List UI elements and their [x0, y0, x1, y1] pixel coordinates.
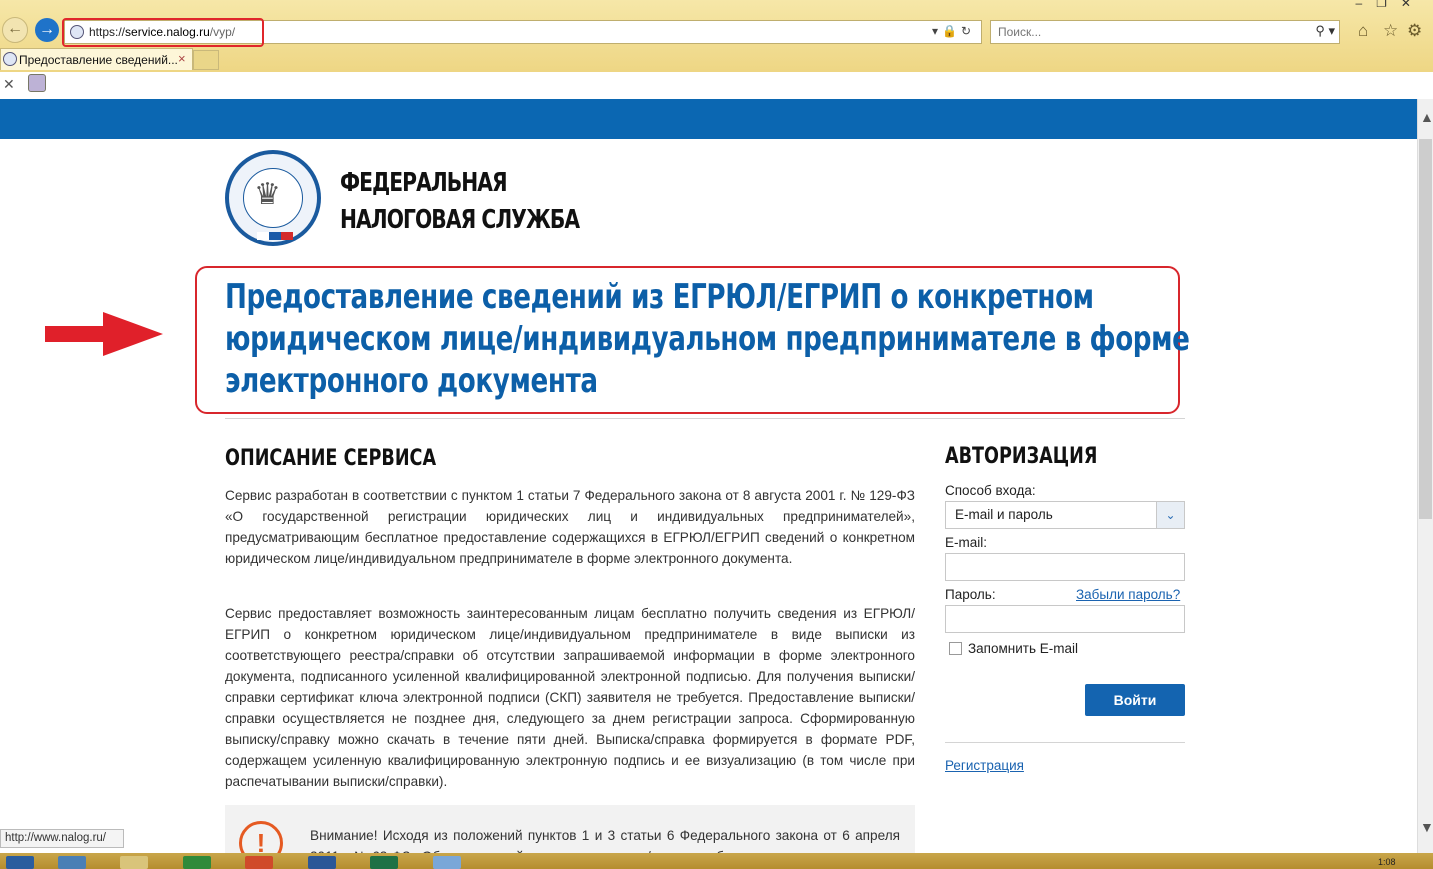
password-label: Пароль: — [945, 587, 996, 602]
scroll-up-icon[interactable]: ▲ — [1420, 109, 1433, 125]
tab-favicon-icon — [3, 52, 17, 66]
taskbar-chrome-icon[interactable] — [245, 856, 273, 869]
divider — [225, 418, 1185, 419]
description-heading: ОПИСАНИЕ СЕРВИСА — [225, 446, 437, 471]
taskbar-excel-icon[interactable] — [370, 856, 398, 869]
login-method-value: E-mail и пароль — [955, 507, 1053, 522]
close-icon[interactable]: ✕ — [3, 76, 15, 93]
dropdown-icon[interactable]: ▾ — [932, 24, 942, 38]
browser-tab[interactable]: Предоставление сведений... × — [0, 48, 193, 70]
fns-logo[interactable]: ♛ — [225, 150, 321, 246]
forward-arrow-icon[interactable]: → — [35, 18, 59, 42]
email-label: E-mail: — [945, 535, 988, 550]
new-tab-button[interactable] — [193, 50, 219, 70]
browser-search-box[interactable]: ⚲ ▾ — [990, 20, 1340, 44]
tab-close-icon[interactable]: × — [178, 51, 186, 66]
scrollbar[interactable]: ▲ ▼ — [1417, 99, 1433, 853]
page-title-line2: юридическом лице/индивидуальном предприн… — [225, 319, 1190, 359]
login-method-label: Способ входа: — [945, 483, 1036, 498]
remember-email-label[interactable]: Запомнить E-mail — [968, 641, 1078, 656]
favorites-star-icon[interactable]: ☆ — [1383, 21, 1398, 41]
flag-ribbon-icon — [257, 232, 293, 240]
remember-email-checkbox[interactable] — [949, 642, 962, 655]
window-controls[interactable]: –❐✕ — [1356, 0, 1426, 10]
tab-title: Предоставление сведений... — [19, 53, 178, 67]
email-field[interactable] — [945, 553, 1185, 581]
password-field[interactable] — [945, 605, 1185, 633]
refresh-icon[interactable]: ↻ — [961, 24, 975, 38]
description-paragraph-2: Сервис предоставляет возможность заинтер… — [225, 606, 915, 789]
notice-text: Внимание! Исходя из положений пунктов 1 … — [310, 828, 900, 853]
search-icon[interactable]: ⚲ ▾ — [1315, 23, 1335, 39]
taskbar-store-icon[interactable] — [183, 856, 211, 869]
taskbar-explorer-icon[interactable] — [120, 856, 148, 869]
description-paragraph-1: Сервис разработан в соответствии с пункт… — [225, 488, 915, 566]
search-input[interactable] — [996, 24, 1300, 40]
divider — [945, 742, 1185, 743]
site-header-bar — [0, 99, 1417, 139]
settings-gear-icon[interactable]: ⚙ — [1407, 21, 1422, 41]
warning-icon: ! — [239, 821, 283, 853]
auth-heading: АВТОРИЗАЦИЯ — [945, 444, 1098, 469]
home-icon[interactable]: ⌂ — [1358, 21, 1368, 41]
taskbar-app-icon[interactable] — [433, 856, 461, 869]
command-bar: ✕ — [0, 72, 1433, 100]
scrollbar-thumb[interactable] — [1419, 139, 1432, 519]
lock-icon[interactable]: 🔒 — [942, 24, 961, 38]
org-name-line2: НАЛОГОВАЯ СЛУЖБА — [340, 205, 580, 235]
org-name-line1: ФЕДЕРАЛЬНАЯ — [340, 168, 508, 198]
address-bar-icons: ▾🔒↻ — [932, 24, 975, 38]
forgot-password-link[interactable]: Забыли пароль? — [1076, 587, 1180, 602]
chevron-down-icon[interactable]: ⌄ — [1156, 502, 1184, 528]
scroll-down-icon[interactable]: ▼ — [1420, 819, 1433, 835]
login-method-select[interactable]: E-mail и пароль ⌄ — [945, 501, 1185, 529]
red-arrow-annotation-icon — [45, 312, 163, 356]
page-title-line3: электронного документа — [225, 361, 598, 401]
address-highlight-annotation — [62, 18, 264, 47]
logo-emblem: ♛ — [243, 168, 303, 228]
login-button[interactable]: Войти — [1085, 684, 1185, 716]
taskbar-ie-icon[interactable] — [58, 856, 86, 869]
taskbar-clock: 1:08 — [1378, 857, 1396, 867]
start-windows-icon[interactable] — [6, 856, 34, 869]
page-title-line1: Предоставление сведений из ЕГРЮЛ/ЕГРИП о… — [225, 277, 1094, 317]
back-arrow-icon[interactable]: ← — [2, 17, 28, 43]
notice-box: ! Внимание! Исходя из положений пунктов … — [225, 805, 915, 853]
status-bar-url: http://www.nalog.ru/ — [0, 829, 124, 848]
register-link[interactable]: Регистрация — [945, 758, 1024, 773]
taskbar-word-icon[interactable] — [308, 856, 336, 869]
addon-icon[interactable] — [28, 74, 46, 92]
eagle-emblem-icon: ♛ — [254, 178, 281, 211]
taskbar — [0, 853, 1433, 869]
browser-toolbar: ← → https://service.nalog.ru/vyp/ ▾🔒↻ ⚲ … — [0, 0, 1433, 72]
